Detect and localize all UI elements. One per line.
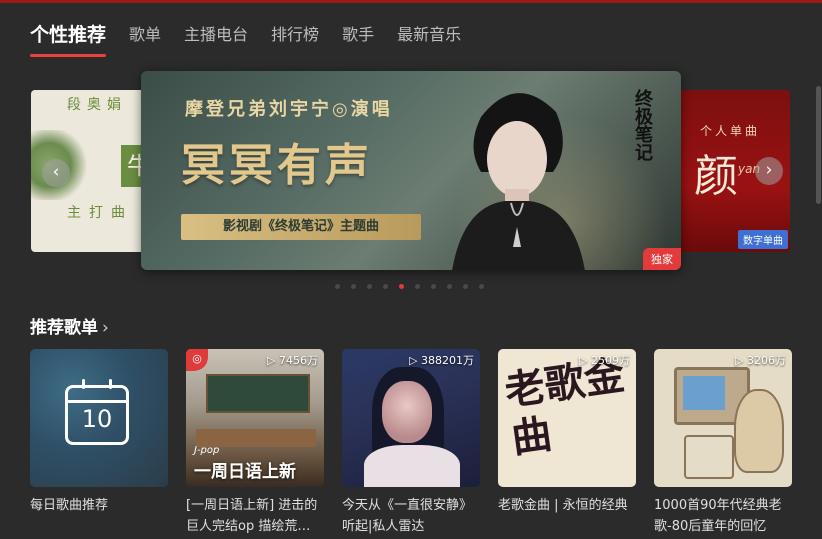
tab-personal-recommend[interactable]: 个性推荐 [30,22,107,57]
carousel-dots [335,284,495,289]
right-banner-title: 颜 [694,151,738,202]
chevron-right-icon: › [102,318,109,338]
banner-artist-line: 摩登兄弟刘宇宁◎演唱 [185,99,393,120]
carousel-dot[interactable] [463,284,468,289]
exclusive-badge: 独家 [643,248,681,270]
carousel-dot[interactable] [351,284,356,289]
carousel-next-button[interactable]: › [755,157,783,185]
tab-playlists[interactable]: 歌单 [129,22,161,52]
calendar-ring [82,379,85,389]
chair-illustration [684,435,734,479]
banner-title: 冥冥有声 [181,140,373,191]
carousel-dot[interactable] [415,284,420,289]
carousel-dot[interactable] [447,284,452,289]
top-accent-bar [0,0,822,3]
playlist-cover[interactable]: 老歌金曲 ▷ 2509万 [498,349,636,487]
chalkboard-illustration [206,374,310,413]
play-count: ▷ 388201万 [409,354,474,367]
main-banner[interactable]: 摩登兄弟刘宇宁◎演唱 冥冥有声 影视剧《终极笔记》主题曲 终极笔记 独家 [141,71,681,270]
right-banner-tag: 个人单曲 [700,124,761,138]
playlist-cover[interactable]: 10 [30,349,168,487]
nav-tabs: 个性推荐 歌单 主播电台 排行榜 歌手 最新音乐 [30,22,484,57]
cover-tag: J-pop [194,445,220,456]
digital-single-badge: 数字单曲 [738,230,788,249]
portrait-body [364,445,460,487]
playlist-name[interactable]: 老歌金曲 | 永恒的经典 [498,495,636,537]
carousel-dot[interactable] [335,284,340,289]
playlist-name[interactable]: 今天从《一直很安静》听起|私人雷达 [342,495,480,537]
cover-title: 一周日语上新 [194,462,296,482]
playlist-card[interactable]: ▷ 3206万 1000首90年代经典老歌-80后童年的回忆 [654,349,792,537]
calendar-day: 10 [81,405,113,433]
banner-calligraphy: 终极笔记 [632,89,653,161]
playlist-name[interactable]: 每日歌曲推荐 [30,495,168,537]
playlist-name[interactable]: 1000首90年代经典老歌-80后童年的回忆 [654,495,792,537]
carousel-dot[interactable] [399,284,404,289]
banner-subtitle: 影视剧《终极笔记》主题曲 [181,214,421,240]
section-title-text: 推荐歌单 [30,318,98,338]
carousel-prev-button[interactable]: ‹ [42,159,70,187]
calendar-icon: 10 [65,379,129,445]
banner-artist-photo [452,93,585,270]
playlist-cover[interactable]: ▷ 3206万 [654,349,792,487]
calendar-ring [109,379,112,389]
portrait-face [382,381,432,443]
tab-charts[interactable]: 排行榜 [271,22,319,52]
playlist-cover[interactable]: ▷ 388201万 [342,349,480,487]
playlist-card[interactable]: ◎ ▷ 7456万 J-pop 一周日语上新 [一周日语上新] 进击的巨人完结o… [186,349,324,537]
netease-logo-icon: ◎ [186,349,208,371]
playlist-cover[interactable]: ◎ ▷ 7456万 J-pop 一周日语上新 [186,349,324,487]
tv-screen [683,376,725,410]
carousel-dot[interactable] [383,284,388,289]
child-illustration [734,389,784,473]
playlist-card[interactable]: ▷ 388201万 今天从《一直很安静》听起|私人雷达 [342,349,480,537]
tab-radio[interactable]: 主播电台 [184,22,248,52]
carousel-dot[interactable] [367,284,372,289]
section-title-recommended-playlists[interactable]: 推荐歌单 › [30,313,109,338]
play-count: ▷ 3206万 [735,354,786,367]
carousel-dot[interactable] [431,284,436,289]
tab-new-music[interactable]: 最新音乐 [397,22,461,52]
left-banner-subtitle: 主打曲 [67,205,133,221]
tab-artists[interactable]: 歌手 [342,22,374,52]
left-banner-artist: 段奥娟 [67,97,127,113]
play-count: ▷ 7456万 [267,354,318,367]
playlist-name[interactable]: [一周日语上新] 进击的巨人完结op 描绘荒… [186,495,324,537]
play-count: ▷ 2509万 [579,354,630,367]
playlist-grid: 10 每日歌曲推荐 ◎ ▷ 7456万 J-pop 一周日语上新 [一周日语上新… [30,349,810,537]
playlist-card[interactable]: 老歌金曲 ▷ 2509万 老歌金曲 | 永恒的经典 [498,349,636,537]
carousel-dot[interactable] [479,284,484,289]
scrollbar[interactable] [816,40,822,539]
playlist-card[interactable]: 10 每日歌曲推荐 [30,349,168,537]
scrollbar-thumb[interactable] [816,86,821,204]
